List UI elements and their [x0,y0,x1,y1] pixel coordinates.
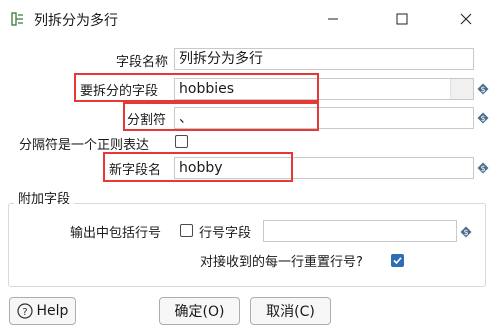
help-button-label: Help [36,303,69,319]
new-field-label: 新字段名 [109,163,162,178]
regex-checkbox[interactable] [175,135,188,148]
window-title: 列拆分为多行 [34,13,118,29]
step-name-value: 列拆分为多行 [179,51,263,67]
split-rows-app-icon [11,12,23,26]
delimiter-value: 、 [179,110,193,126]
variable-icon[interactable]: $ [477,162,489,174]
rownum-field-input[interactable] [263,220,457,242]
svg-text:?: ? [22,307,27,318]
svg-text:$: $ [480,85,485,94]
cancel-button-label: 取消(C) [266,304,315,320]
close-button[interactable] [443,0,489,38]
split-field-select[interactable]: hobbies [174,78,474,100]
step-name-input[interactable]: 列拆分为多行 [174,48,474,70]
step-name-label: 字段名称 [116,55,169,70]
checkmark-icon [393,257,402,265]
maximize-button[interactable] [379,0,425,38]
svg-text:$: $ [463,228,468,237]
delimiter-label: 分割符 [127,113,167,128]
delimiter-input[interactable]: 、 [174,107,474,129]
ok-button[interactable]: 确定(O) [159,297,240,325]
split-to-rows-dialog: 列拆分为多行 字段名称 列拆分为多行 要拆分的字段 hobbies $ 分割符 … [0,0,494,331]
help-icon: ? [16,303,33,319]
help-button[interactable]: ? Help [9,297,76,325]
svg-text:$: $ [480,114,485,123]
split-field-value: hobbies [179,81,235,97]
cancel-button[interactable]: 取消(C) [250,297,331,325]
new-field-input[interactable]: hobby [174,157,474,179]
regex-label: 分隔符是一个正则表达 [19,138,150,153]
variable-icon[interactable]: $ [477,83,489,95]
reset-rownum-label: 对接收到的每一行重置行号? [200,255,363,270]
rownum-field-label: 行号字段 [199,226,252,241]
include-rownum-checkbox[interactable] [180,224,193,237]
include-rownum-label: 输出中包括行号 [70,226,162,241]
reset-rownum-checkbox[interactable] [391,254,404,267]
minimize-icon [328,18,338,20]
maximize-icon [396,13,408,25]
split-field-label: 要拆分的字段 [80,84,159,99]
additional-fields-group [8,203,486,287]
dropdown-area[interactable] [450,79,473,99]
variable-icon[interactable]: $ [477,112,489,124]
additional-fields-title: 附加字段 [14,188,75,207]
variable-icon[interactable]: $ [460,226,472,238]
close-icon [460,13,472,25]
title-bar: 列拆分为多行 [0,0,494,38]
svg-text:$: $ [480,164,485,173]
minimize-button[interactable] [310,0,356,38]
new-field-value: hobby [179,160,223,176]
ok-button-label: 确定(O) [174,304,225,320]
